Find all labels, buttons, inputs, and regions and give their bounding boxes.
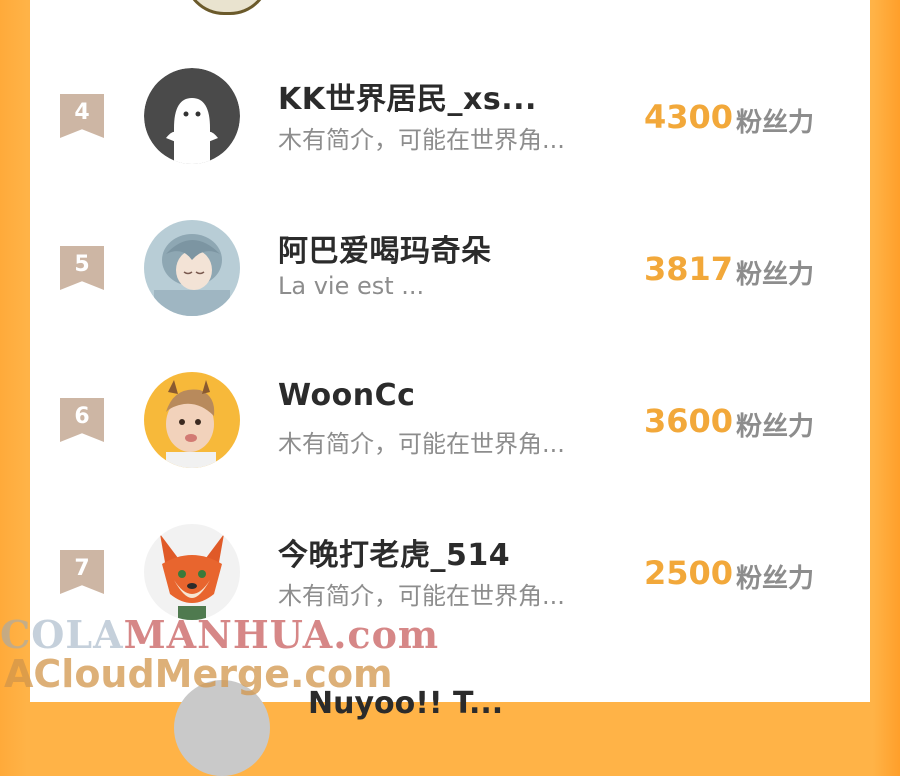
fan-score-unit: 粉丝力 [736, 260, 815, 290]
watermark-colamanhua: COLAMANHUA.com [0, 612, 439, 657]
child-avatar-icon[interactable] [144, 372, 240, 468]
user-name[interactable]: WoonCc [278, 378, 415, 413]
watermark-cola: COLA [0, 612, 124, 657]
user-name[interactable]: 今晚打老虎_514 [278, 530, 510, 574]
watermark-acloudmerge: ACloudMerge.com [4, 652, 393, 696]
list-item[interactable]: 6 WoonCc 木有简介，可能在世界角... 3600 粉丝力 [30, 372, 870, 524]
avatar-rank-3-partial[interactable] [184, 0, 270, 15]
user-bio: 木有简介，可能在世界角... [278, 582, 565, 610]
rank-badge: 4 [60, 94, 104, 138]
list-item[interactable]: 4 KK世界居民_xs... 木有简介，可能在世界角... 4300 粉丝力 [30, 68, 870, 220]
user-name[interactable]: 阿巴爱喝玛奇朵 [278, 226, 492, 270]
rank-badge: 5 [60, 246, 104, 290]
ghost-avatar-icon[interactable] [144, 68, 240, 164]
anime-avatar-icon[interactable] [144, 220, 240, 316]
rank-badge: 6 [60, 398, 104, 442]
watermark-manhua: MANHUA.com [123, 612, 440, 657]
rank-badge: 7 [60, 550, 104, 594]
user-bio: 木有简介，可能在世界角... [278, 430, 565, 458]
fan-score-unit: 粉丝力 [736, 108, 815, 138]
fan-score-unit: 粉丝力 [736, 564, 815, 594]
list-item[interactable]: 5 阿巴爱喝玛奇朵 La vie est ... 3817 粉丝力 [30, 220, 870, 372]
fan-score: 2500 [644, 554, 734, 592]
fan-score: 3600 [644, 402, 734, 440]
fan-score: 4300 [644, 98, 734, 136]
ranking-card: 4 KK世界居民_xs... 木有简介，可能在世界角... 4300 粉丝力 5 [30, 0, 870, 776]
user-bio: La vie est ... [278, 272, 425, 300]
fan-score-unit: 粉丝力 [736, 412, 815, 442]
user-name[interactable]: KK世界居民_xs... [278, 74, 537, 118]
fan-score: 3817 [644, 250, 734, 288]
fox-avatar-icon[interactable] [144, 524, 240, 620]
user-bio: 木有简介，可能在世界角... [278, 126, 565, 154]
